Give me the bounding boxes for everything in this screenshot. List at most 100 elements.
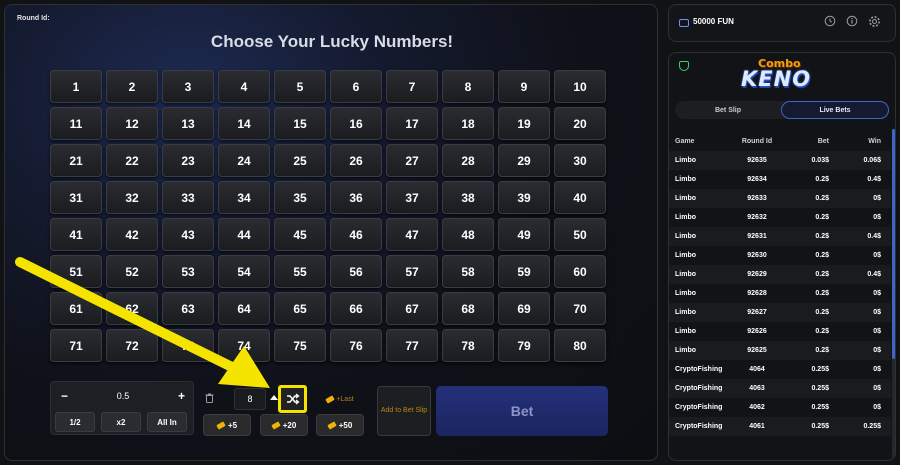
number-cell[interactable]: 6 xyxy=(330,70,382,103)
number-cell[interactable]: 62 xyxy=(106,292,158,325)
caret-up-icon[interactable] xyxy=(270,395,278,400)
decrease-stake-button[interactable]: − xyxy=(61,389,68,403)
number-cell[interactable]: 46 xyxy=(330,218,382,251)
number-cell[interactable]: 19 xyxy=(498,107,550,140)
number-cell[interactable]: 71 xyxy=(50,329,102,362)
number-cell[interactable]: 7 xyxy=(386,70,438,103)
number-cell[interactable]: 4 xyxy=(218,70,270,103)
number-cell[interactable]: 57 xyxy=(386,255,438,288)
plus-last-button[interactable]: +Last xyxy=(316,389,364,409)
number-cell[interactable]: 75 xyxy=(274,329,326,362)
number-cell[interactable]: 73 xyxy=(162,329,214,362)
number-cell[interactable]: 35 xyxy=(274,181,326,214)
number-cell[interactable]: 59 xyxy=(498,255,550,288)
plus5-button[interactable]: +5 xyxy=(203,414,251,436)
number-cell[interactable]: 50 xyxy=(554,218,606,251)
number-cell[interactable]: 48 xyxy=(442,218,494,251)
bets-scrollbar[interactable] xyxy=(892,129,895,459)
number-cell[interactable]: 37 xyxy=(386,181,438,214)
number-cell[interactable]: 40 xyxy=(554,181,606,214)
number-cell[interactable]: 78 xyxy=(442,329,494,362)
number-cell[interactable]: 53 xyxy=(162,255,214,288)
info-icon[interactable] xyxy=(845,15,859,29)
number-cell[interactable]: 9 xyxy=(498,70,550,103)
number-cell[interactable]: 45 xyxy=(274,218,326,251)
add-to-bet-slip-button[interactable]: Add to Bet Slip xyxy=(377,386,431,436)
number-cell[interactable]: 76 xyxy=(330,329,382,362)
number-cell[interactable]: 55 xyxy=(274,255,326,288)
tab-bet-slip[interactable]: Bet Slip xyxy=(675,101,781,119)
number-cell[interactable]: 52 xyxy=(106,255,158,288)
number-cell[interactable]: 61 xyxy=(50,292,102,325)
number-cell[interactable]: 18 xyxy=(442,107,494,140)
number-cell[interactable]: 13 xyxy=(162,107,214,140)
number-cell[interactable]: 8 xyxy=(442,70,494,103)
number-cell[interactable]: 43 xyxy=(162,218,214,251)
number-cell[interactable]: 58 xyxy=(442,255,494,288)
number-cell[interactable]: 30 xyxy=(554,144,606,177)
number-cell[interactable]: 72 xyxy=(106,329,158,362)
number-cell[interactable]: 16 xyxy=(330,107,382,140)
number-cell[interactable]: 39 xyxy=(498,181,550,214)
number-cell[interactable]: 29 xyxy=(498,144,550,177)
number-cell[interactable]: 17 xyxy=(386,107,438,140)
double-stake-button[interactable]: x2 xyxy=(101,412,141,432)
number-cell[interactable]: 33 xyxy=(162,181,214,214)
tab-live-bets[interactable]: Live Bets xyxy=(781,101,889,119)
number-cell[interactable]: 66 xyxy=(330,292,382,325)
number-cell[interactable]: 21 xyxy=(50,144,102,177)
trash-icon[interactable] xyxy=(200,389,218,407)
number-cell[interactable]: 26 xyxy=(330,144,382,177)
number-cell[interactable]: 34 xyxy=(218,181,270,214)
number-cell[interactable]: 68 xyxy=(442,292,494,325)
number-cell[interactable]: 49 xyxy=(498,218,550,251)
number-cell[interactable]: 41 xyxy=(50,218,102,251)
number-cell[interactable]: 63 xyxy=(162,292,214,325)
number-cell[interactable]: 38 xyxy=(442,181,494,214)
number-cell[interactable]: 25 xyxy=(274,144,326,177)
number-cell[interactable]: 12 xyxy=(106,107,158,140)
number-cell[interactable]: 60 xyxy=(554,255,606,288)
number-cell[interactable]: 77 xyxy=(386,329,438,362)
number-cell[interactable]: 67 xyxy=(386,292,438,325)
number-cell[interactable]: 42 xyxy=(106,218,158,251)
number-cell[interactable]: 10 xyxy=(554,70,606,103)
plus50-button[interactable]: +50 xyxy=(316,414,364,436)
number-cell[interactable]: 23 xyxy=(162,144,214,177)
number-cell[interactable]: 5 xyxy=(274,70,326,103)
increase-stake-button[interactable]: + xyxy=(178,389,185,403)
pick-count-field[interactable]: 8 xyxy=(234,388,266,410)
number-cell[interactable]: 47 xyxy=(386,218,438,251)
number-cell[interactable]: 1 xyxy=(50,70,102,103)
number-cell[interactable]: 36 xyxy=(330,181,382,214)
bets-scroll-thumb[interactable] xyxy=(892,129,895,359)
plus20-button[interactable]: +20 xyxy=(260,414,308,436)
shuffle-icon[interactable] xyxy=(278,385,307,413)
number-cell[interactable]: 69 xyxy=(498,292,550,325)
shield-icon[interactable] xyxy=(679,61,689,71)
gear-icon[interactable] xyxy=(867,15,881,29)
number-cell[interactable]: 27 xyxy=(386,144,438,177)
number-cell[interactable]: 32 xyxy=(106,181,158,214)
number-cell[interactable]: 15 xyxy=(274,107,326,140)
number-cell[interactable]: 14 xyxy=(218,107,270,140)
all-in-button[interactable]: All In xyxy=(147,412,187,432)
number-cell[interactable]: 56 xyxy=(330,255,382,288)
number-cell[interactable]: 20 xyxy=(554,107,606,140)
bet-button[interactable]: Bet xyxy=(436,386,608,436)
number-cell[interactable]: 3 xyxy=(162,70,214,103)
number-cell[interactable]: 31 xyxy=(50,181,102,214)
half-stake-button[interactable]: 1/2 xyxy=(55,412,95,432)
number-cell[interactable]: 79 xyxy=(498,329,550,362)
number-cell[interactable]: 65 xyxy=(274,292,326,325)
number-cell[interactable]: 70 xyxy=(554,292,606,325)
number-cell[interactable]: 44 xyxy=(218,218,270,251)
number-cell[interactable]: 80 xyxy=(554,329,606,362)
number-cell[interactable]: 74 xyxy=(218,329,270,362)
number-cell[interactable]: 24 xyxy=(218,144,270,177)
number-cell[interactable]: 54 xyxy=(218,255,270,288)
stake-value[interactable]: 0.5 xyxy=(117,391,130,401)
number-cell[interactable]: 22 xyxy=(106,144,158,177)
number-cell[interactable]: 2 xyxy=(106,70,158,103)
history-icon[interactable] xyxy=(823,15,837,29)
